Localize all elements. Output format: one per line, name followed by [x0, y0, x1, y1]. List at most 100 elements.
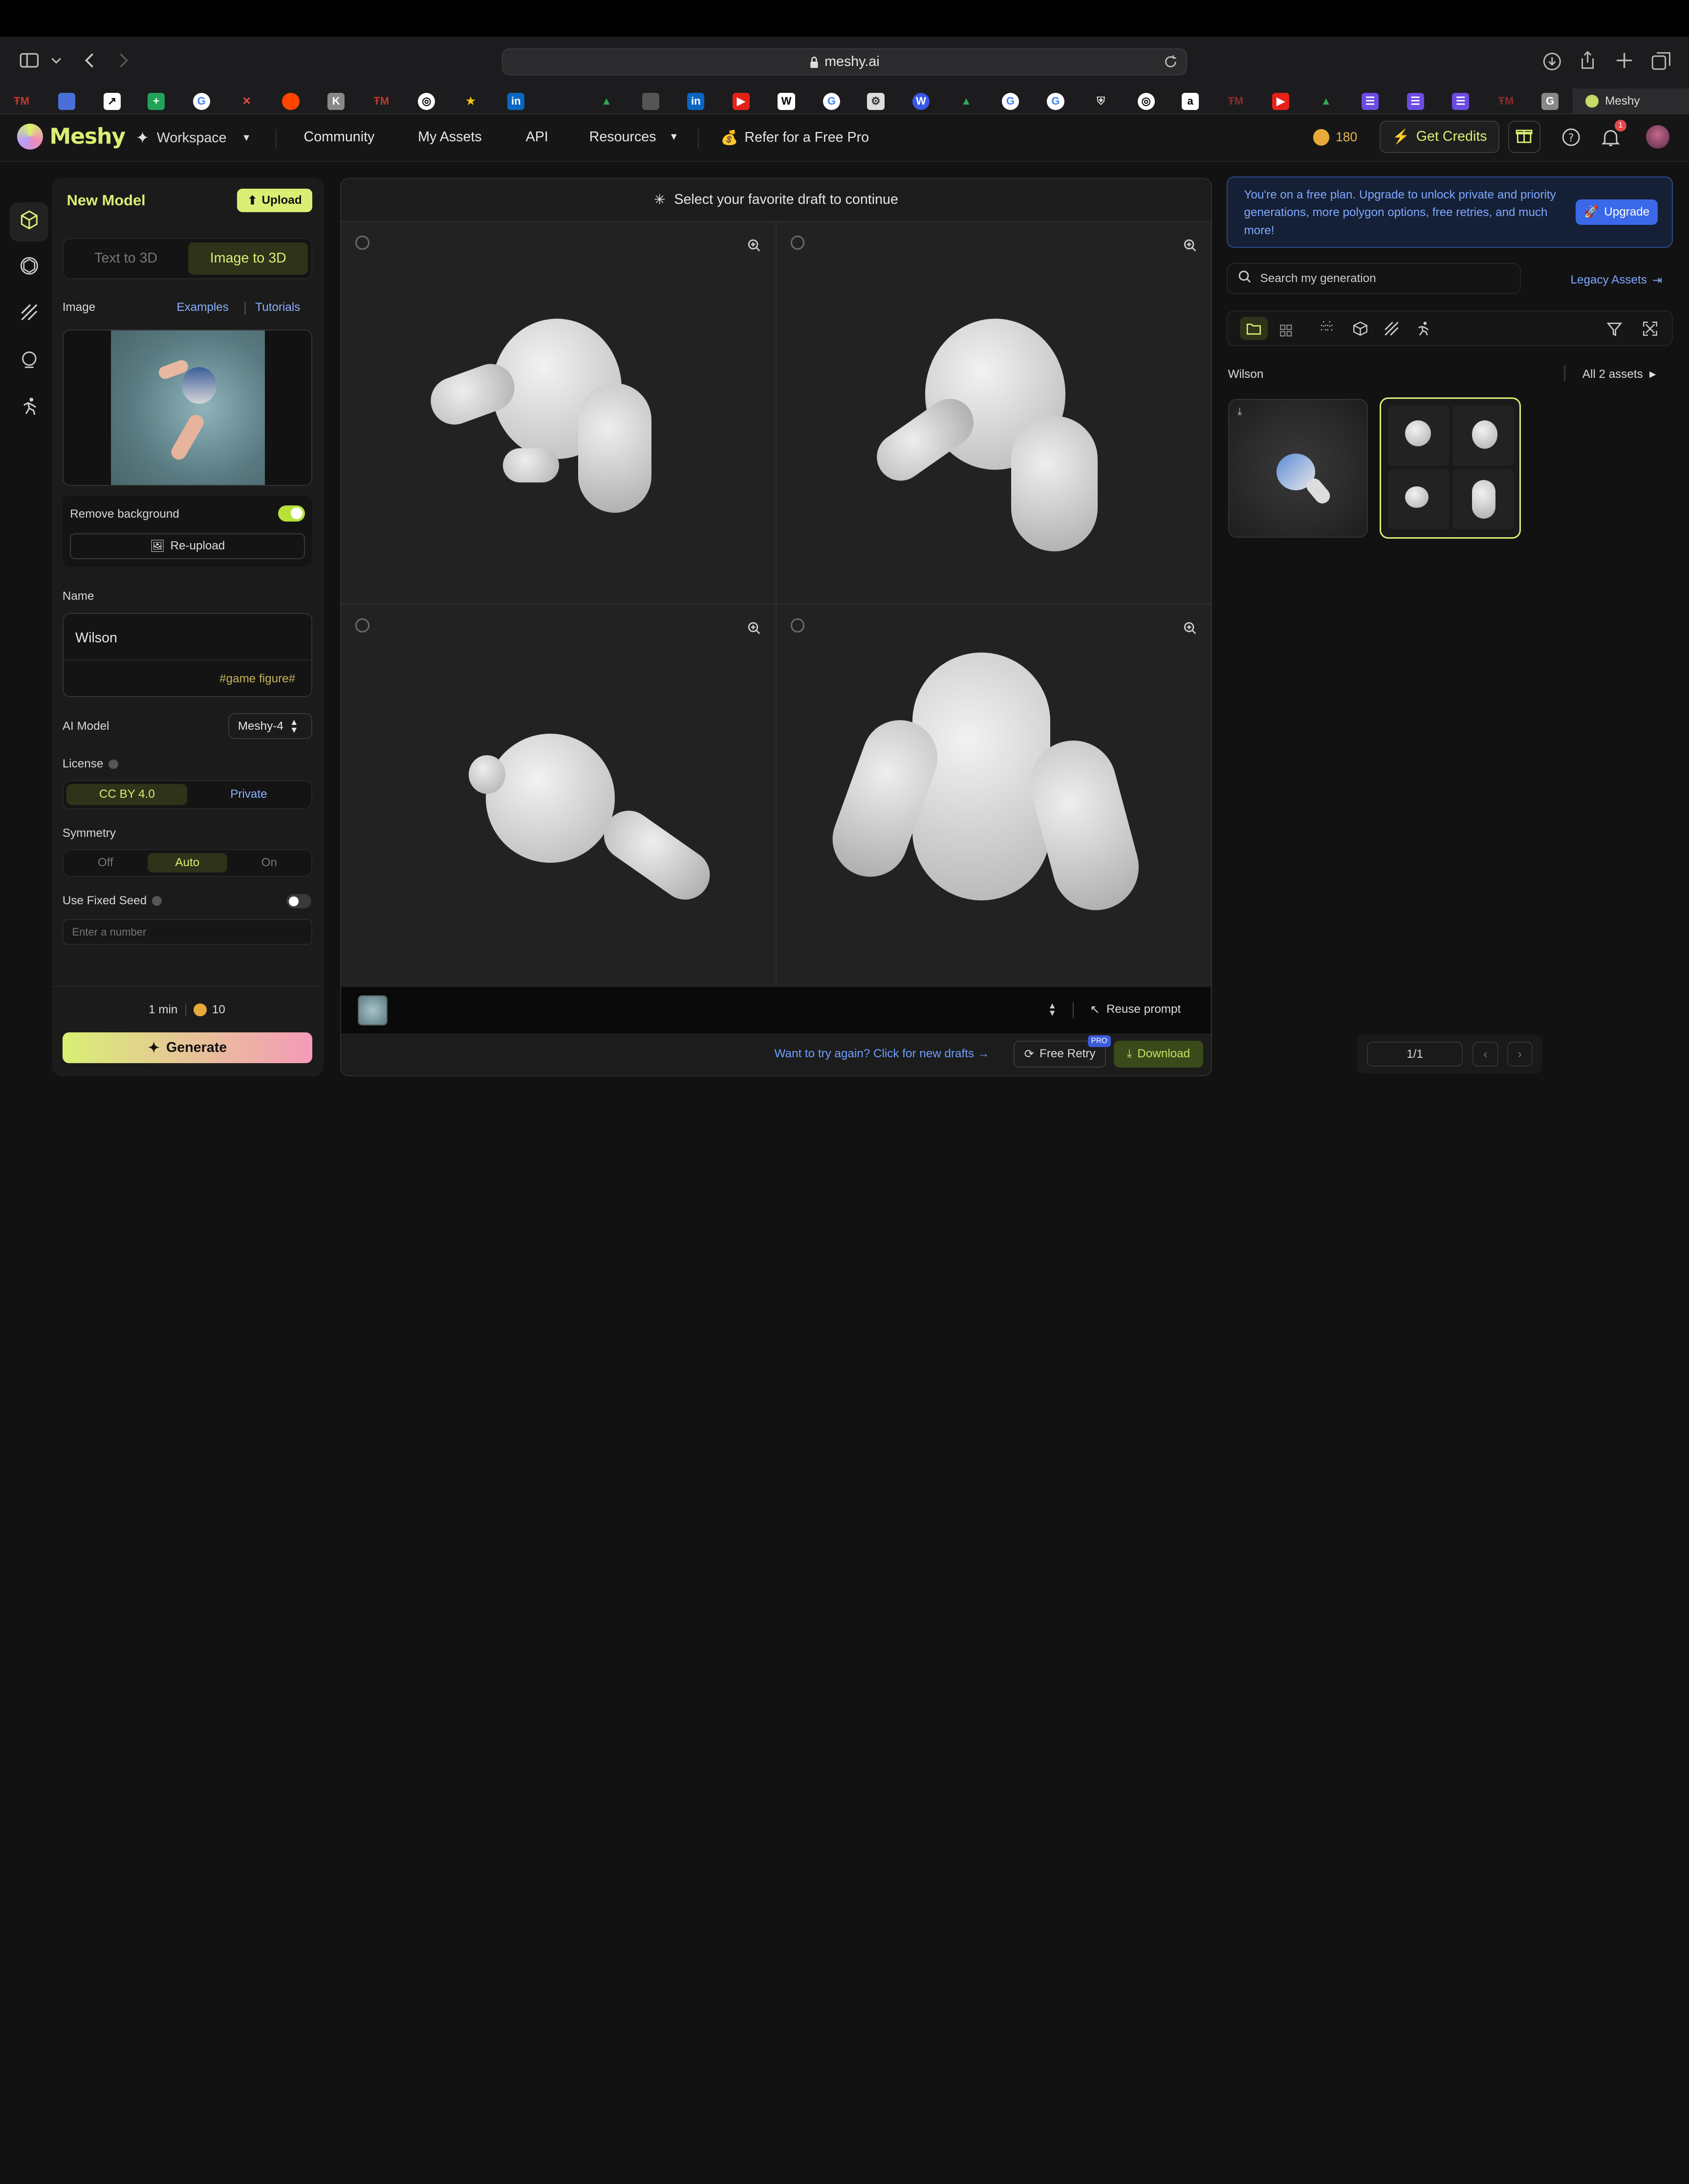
avatar[interactable]	[1646, 125, 1670, 149]
download-icon[interactable]: ⤓	[1237, 406, 1242, 417]
bookmark-icon[interactable]: ◎	[418, 92, 435, 110]
nav-my-assets[interactable]: My Assets	[418, 129, 482, 145]
search-field[interactable]: Search my generation	[1227, 262, 1521, 294]
bookmark-icon[interactable]: ⛨	[1092, 93, 1109, 110]
bookmark-icon[interactable]: ŦM	[373, 93, 390, 110]
bookmark-icon[interactable]: ▲	[957, 93, 974, 110]
zoom-icon[interactable]	[1184, 237, 1196, 257]
bookmark-icon[interactable]: K	[327, 92, 345, 110]
nav-community[interactable]: Community	[304, 129, 375, 145]
bookmark-icon[interactable]: in	[507, 92, 525, 110]
nav-resources[interactable]: Resources ▼	[589, 129, 679, 145]
tab-overview-icon[interactable]	[1651, 52, 1671, 71]
ai-model-select[interactable]: Meshy-4 ▲ ▼	[228, 713, 313, 739]
info-icon[interactable]	[152, 896, 162, 906]
bookmark-icon[interactable]: ☰	[1452, 92, 1470, 110]
symmetry-on[interactable]: On	[230, 853, 308, 873]
bookmark-icon[interactable]: ☰	[1407, 92, 1424, 110]
bookmark-icon[interactable]: ☰	[1361, 92, 1379, 110]
asset-thumbnail-2[interactable]	[1380, 397, 1521, 539]
tutorials-link[interactable]: Tutorials	[255, 301, 300, 314]
download-icon[interactable]	[1542, 52, 1562, 71]
examples-link[interactable]: Examples	[176, 301, 228, 314]
sidebar-item-animate[interactable]	[10, 389, 48, 428]
name-field[interactable]: Wilson #game figure#	[62, 613, 313, 698]
hatch-filter-icon[interactable]	[1384, 321, 1399, 341]
try-again-link[interactable]: Want to try again? Click for new drafts …	[775, 1047, 990, 1061]
get-credits-button[interactable]: ⚡ Get Credits	[1380, 120, 1500, 153]
bookmark-icon[interactable]: G	[193, 92, 210, 110]
bookmark-icon[interactable]: +	[147, 92, 165, 110]
bookmark-icon[interactable]: ▲	[1318, 93, 1335, 110]
bookmark-icon[interactable]: ▲	[598, 93, 615, 110]
bookmark-icon[interactable]: ŦM	[13, 93, 30, 110]
new-tab-icon[interactable]	[1616, 52, 1633, 69]
download-button[interactable]: ⤓ Download	[1113, 1040, 1203, 1068]
bookmark-icon[interactable]	[58, 92, 76, 110]
info-icon[interactable]	[108, 759, 119, 769]
bookmark-icon[interactable]	[642, 92, 659, 110]
help-icon[interactable]: ?	[1562, 128, 1580, 146]
bookmark-icon[interactable]: ★	[462, 93, 479, 110]
draft-cell-4[interactable]	[776, 604, 1211, 987]
grid-view-icon[interactable]	[1279, 322, 1292, 342]
bookmark-icon[interactable]	[282, 92, 300, 110]
draft-select-radio[interactable]	[355, 236, 369, 250]
next-page-button[interactable]: ›	[1507, 1042, 1533, 1067]
bookmark-icon[interactable]: ŦM	[1227, 93, 1244, 110]
tab-image-to-3d[interactable]: Image to 3D	[188, 242, 308, 275]
draft-cell-2[interactable]	[776, 221, 1211, 605]
bookmark-icon[interactable]: ↗	[103, 92, 121, 110]
seed-input[interactable]	[62, 919, 313, 945]
bookmark-icon[interactable]: G	[1001, 92, 1019, 110]
sidebar-item-texture[interactable]	[10, 249, 48, 287]
draft-select-radio[interactable]	[790, 236, 805, 250]
nav-api[interactable]: API	[526, 129, 548, 145]
draft-cell-3[interactable]	[341, 604, 777, 987]
page-indicator[interactable]: 1/1	[1366, 1042, 1463, 1067]
license-cc-by[interactable]: CC BY 4.0	[66, 784, 188, 805]
expand-updown-icon[interactable]: ▲ ▼	[1048, 1001, 1056, 1017]
bookmark-icon[interactable]: G	[1541, 92, 1559, 110]
sidebar-item-chat[interactable]	[10, 343, 48, 381]
bookmark-icon[interactable]: ▶	[1272, 92, 1290, 110]
gift-button[interactable]	[1508, 120, 1540, 153]
cube-filter-icon[interactable]	[1353, 321, 1368, 341]
share-icon[interactable]	[1579, 50, 1596, 70]
logo[interactable]: Meshy	[17, 124, 126, 150]
dots-grid-icon[interactable]: ∴∴ ∴∴	[1321, 319, 1333, 333]
draft-select-radio[interactable]	[355, 618, 369, 633]
bookmark-icon[interactable]: W	[778, 92, 795, 110]
fullscreen-icon[interactable]	[1643, 321, 1658, 341]
symmetry-auto[interactable]: Auto	[147, 853, 227, 873]
bookmark-icon[interactable]: ŦM	[1497, 93, 1515, 110]
bookmark-icon[interactable]: ⚙	[867, 92, 885, 110]
reload-icon[interactable]	[1164, 55, 1178, 69]
bookmark-icon[interactable]: W	[912, 92, 930, 110]
bookmark-icon[interactable]: a	[1181, 92, 1199, 110]
legacy-assets-link[interactable]: Legacy Assets ⇥	[1571, 273, 1663, 287]
bookmark-icon[interactable]: G	[1047, 92, 1064, 110]
tab-text-to-3d[interactable]: Text to 3D	[66, 242, 185, 275]
sidebar-toggle-icon[interactable]	[20, 53, 39, 68]
fixed-seed-toggle[interactable]	[286, 894, 311, 909]
sidebar-item-model[interactable]	[9, 202, 49, 241]
generate-button[interactable]: ✦ Generate	[62, 1032, 313, 1064]
filter-icon[interactable]	[1606, 321, 1623, 341]
prev-page-button[interactable]: ‹	[1472, 1042, 1498, 1067]
zoom-icon[interactable]	[748, 619, 760, 639]
url-bar[interactable]: meshy.ai	[502, 48, 1187, 76]
upload-button[interactable]: ⬆ Upload	[237, 188, 313, 213]
forward-icon[interactable]	[118, 52, 129, 69]
draft-cell-1[interactable]	[341, 221, 777, 605]
reuse-prompt-button[interactable]: ↖ Reuse prompt	[1090, 1002, 1181, 1017]
bell-icon[interactable]	[1602, 128, 1620, 148]
chevron-down-icon[interactable]	[51, 56, 62, 65]
draft-select-radio[interactable]	[790, 618, 805, 633]
prompt-thumbnail[interactable]	[357, 995, 388, 1026]
image-preview[interactable]	[62, 329, 313, 486]
active-tab[interactable]: Meshy	[1572, 88, 1689, 114]
zoom-icon[interactable]	[748, 237, 760, 257]
remove-background-toggle[interactable]	[278, 505, 305, 522]
all-assets-link[interactable]: All 2 assets ▶	[1582, 368, 1656, 381]
